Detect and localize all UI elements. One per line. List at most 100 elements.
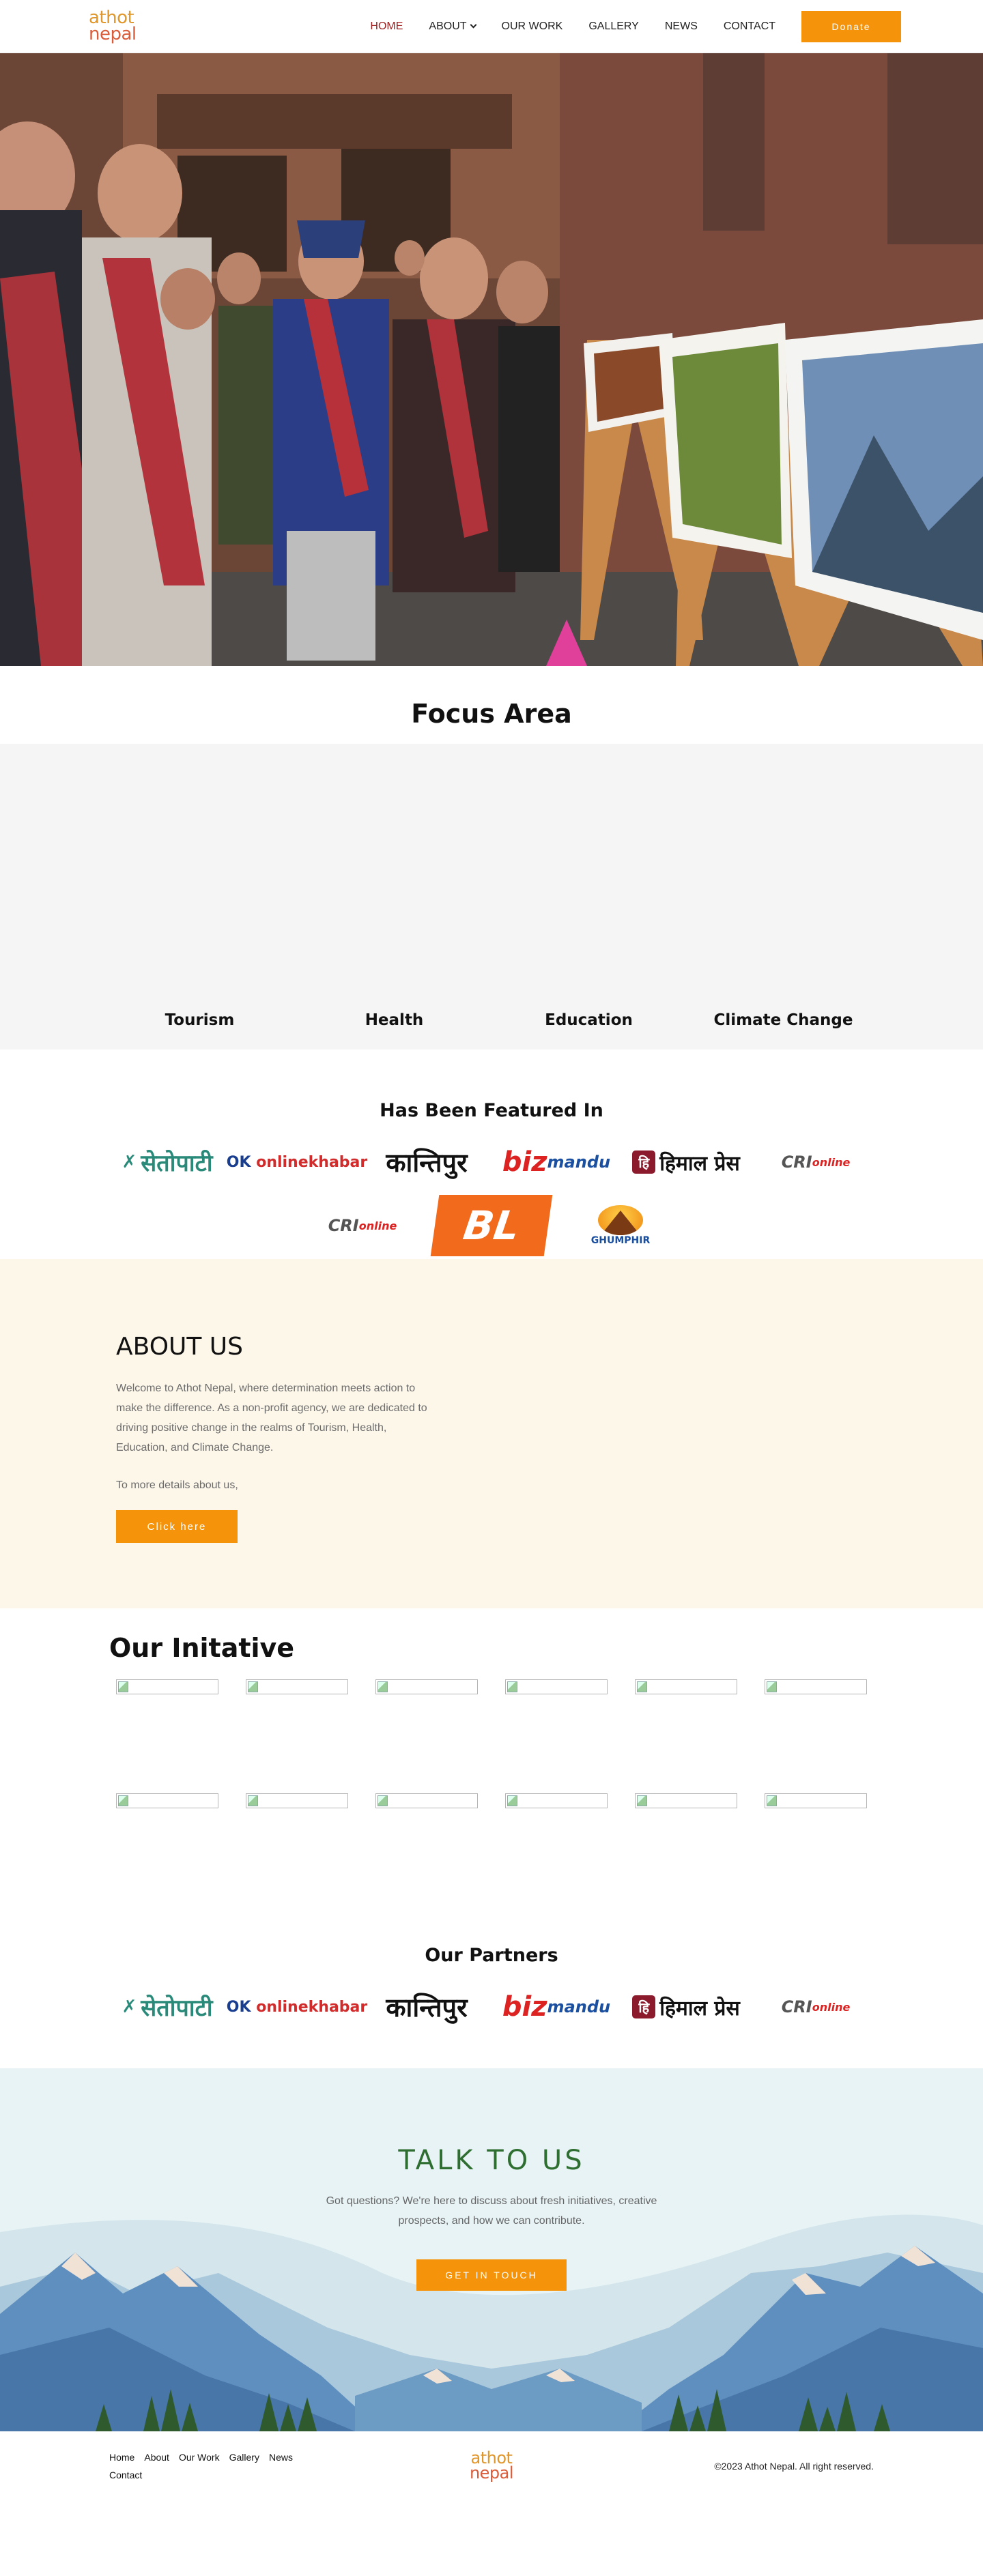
partner-logos-row: ✗ सेतोपाटी OK onlinekhabar कान्तिपुर biz…: [0, 1986, 983, 2068]
initiative-image[interactable]: [375, 1679, 478, 1694]
sun-mountain-icon: [598, 1205, 643, 1235]
hero-image: [0, 53, 983, 666]
nav-gallery[interactable]: GALLERY: [588, 20, 639, 33]
nav-home[interactable]: HOME: [370, 20, 403, 33]
site-header: athot nepal HOME ABOUT OUR WORK GALLERY …: [0, 0, 983, 53]
cri-text-2: CRI: [328, 1216, 359, 1235]
ghumphir-logo[interactable]: GHUMPHIR: [563, 1205, 678, 1246]
bizmandu-mandu: mandu: [547, 1153, 611, 1172]
site-logo[interactable]: athot nepal: [89, 9, 137, 44]
footer-link-our-work[interactable]: Our Work: [179, 2452, 220, 2463]
main-nav: HOME ABOUT OUR WORK GALLERY NEWS CONTACT…: [370, 10, 901, 42]
cri-online-text-2: online: [358, 1219, 397, 1232]
talk-title: TALK TO US: [398, 2145, 585, 2176]
initiative-image[interactable]: [635, 1793, 737, 1808]
partner-bizmandu-logo[interactable]: biz mandu: [499, 1986, 614, 2027]
initiative-image[interactable]: [765, 1679, 867, 1694]
partner-setopati-logo[interactable]: ✗ सेतोपाटी: [110, 1986, 225, 2027]
initiative-image[interactable]: [246, 1793, 348, 1808]
copyright-text: ©2023 Athot Nepal. All right reserved.: [714, 2461, 874, 2472]
partner-onlinekhabar-text: onlinekhabar: [256, 1998, 368, 2016]
initiative-image[interactable]: [765, 1793, 867, 1808]
partner-himal-press-text: हिमाल प्रेस: [659, 1996, 740, 2021]
featured-logos-row-1: ✗ सेतोपाटी OK onlinekhabar कान्तिपुर biz…: [0, 1142, 983, 1183]
initiative-image[interactable]: [116, 1793, 218, 1808]
people-icon: ✗: [122, 1997, 137, 2017]
initiative-image[interactable]: [246, 1679, 348, 1694]
focus-item-climate-change[interactable]: Climate Change: [686, 1011, 881, 1029]
initiative-image[interactable]: [635, 1679, 737, 1694]
partners-title: Our Partners: [425, 1945, 558, 1966]
partner-bizmandu-biz: biz: [502, 1991, 547, 2023]
about-title: ABOUT US: [116, 1333, 244, 1361]
partner-onlinekhabar-ok: OK: [226, 1998, 251, 2016]
focus-area-section: Tourism Health Education Climate Change: [0, 744, 983, 1050]
focus-item-tourism[interactable]: Tourism: [102, 1011, 297, 1029]
initiative-image[interactable]: [116, 1679, 218, 1694]
footer-link-about[interactable]: About: [144, 2452, 169, 2463]
partners-section: Our Partners ✗ सेतोपाटी OK onlinekhabar …: [0, 1808, 983, 2068]
cri-online-logo-2[interactable]: CRI online: [305, 1205, 420, 1246]
hero-photo-illustration: [0, 53, 983, 666]
initiative-title: Our Initative: [109, 1633, 295, 1663]
featured-title: Has Been Featured In: [380, 1100, 603, 1121]
onlinekhabar-logo[interactable]: OK onlinekhabar: [227, 1142, 367, 1183]
onlinekhabar-text: onlinekhabar: [256, 1153, 368, 1171]
nav-news[interactable]: NEWS: [665, 20, 698, 33]
featured-logos-row-2: CRI online BL GHUMPHIR: [0, 1195, 983, 1256]
footer-link-news[interactable]: News: [269, 2452, 293, 2463]
footer-logo-line-2: nepal: [469, 2463, 514, 2483]
himal-press-mark: हि: [632, 1150, 656, 1174]
nav-our-work[interactable]: OUR WORK: [502, 20, 563, 33]
featured-section: Has Been Featured In ✗ सेतोपाटी OK onlin…: [0, 1050, 983, 1256]
partner-himal-press-mark: हि: [632, 1995, 656, 2018]
initiative-image[interactable]: [505, 1793, 608, 1808]
site-footer: Home About Our Work Gallery News Contact…: [0, 2431, 983, 2501]
footer-nav: Home About Our Work Gallery News Contact: [109, 2452, 341, 2480]
partner-cri-online-logo[interactable]: CRI online: [758, 1986, 873, 2027]
nav-about[interactable]: ABOUT: [429, 20, 476, 33]
ghumphir-text: GHUMPHIR: [590, 1235, 651, 1246]
footer-link-contact[interactable]: Contact: [109, 2470, 341, 2480]
footer-logo[interactable]: athot nepal: [469, 2450, 514, 2483]
onlinekhabar-ok: OK: [226, 1153, 251, 1171]
partner-kantipur-logo[interactable]: कान्तिपुर: [369, 1986, 484, 2027]
focus-item-health[interactable]: Health: [297, 1011, 492, 1029]
cri-online-text: online: [812, 1155, 851, 1169]
about-click-here-button[interactable]: Click here: [116, 1510, 238, 1543]
talk-to-us-section: TALK TO US Got questions? We're here to …: [0, 2068, 983, 2431]
logo-line-2: nepal: [89, 23, 137, 44]
focus-item-education[interactable]: Education: [492, 1011, 686, 1029]
focus-items: Tourism Health Education Climate Change: [102, 1011, 881, 1029]
bizmandu-logo[interactable]: biz mandu: [499, 1142, 614, 1183]
about-section: ABOUT US Welcome to Athot Nepal, where d…: [0, 1259, 983, 1608]
talk-body: Got questions? We're here to discuss abo…: [326, 2195, 657, 2227]
kantipur-logo[interactable]: कान्तिपुर: [369, 1142, 484, 1183]
setopati-logo[interactable]: ✗ सेतोपाटी: [110, 1142, 225, 1183]
nav-about-label: ABOUT: [429, 20, 467, 32]
about-body: Welcome to Athot Nepal, where determinat…: [116, 1383, 427, 1453]
partner-cri-text: CRI: [781, 1997, 812, 2016]
initiative-grid: [0, 1663, 983, 1808]
partner-himal-press-logo[interactable]: हि हिमाल प्रेस: [629, 1986, 743, 2027]
bl-logo[interactable]: BL: [430, 1195, 553, 1256]
donate-button[interactable]: Donate: [801, 10, 901, 42]
get-in-touch-button[interactable]: GET IN TOUCH: [416, 2259, 567, 2291]
partner-setopati-text: सेतोपाटी: [141, 1995, 213, 2022]
nav-contact[interactable]: CONTACT: [724, 20, 775, 33]
initiative-image[interactable]: [505, 1679, 608, 1694]
partner-onlinekhabar-logo[interactable]: OK onlinekhabar: [227, 1986, 367, 2027]
bizmandu-biz: biz: [502, 1146, 547, 1178]
footer-link-gallery[interactable]: Gallery: [229, 2452, 259, 2463]
partner-cri-online-text: online: [812, 2000, 851, 2014]
initiative-image[interactable]: [375, 1793, 478, 1808]
footer-link-home[interactable]: Home: [109, 2452, 134, 2463]
people-icon: ✗: [122, 1152, 137, 1172]
himal-press-text: हिमाल प्रेस: [659, 1151, 740, 1176]
himal-press-logo[interactable]: हि हिमाल प्रेस: [629, 1142, 743, 1183]
setopati-text: सेतोपाटी: [141, 1150, 213, 1177]
partner-bizmandu-mandu: mandu: [547, 1997, 611, 2016]
cri-text: CRI: [781, 1153, 812, 1172]
chevron-down-icon: [470, 21, 476, 29]
cri-online-logo[interactable]: CRI online: [758, 1142, 873, 1183]
